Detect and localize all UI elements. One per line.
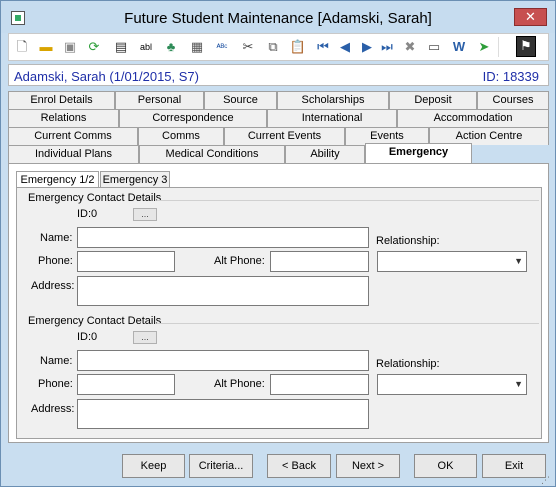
first-record-icon[interactable]: ⏮ xyxy=(314,38,332,56)
student-id: ID: 18339 xyxy=(482,69,539,84)
tab-enrol-details[interactable]: Enrol Details xyxy=(8,91,115,109)
contact-1-relationship-label: Relationship: xyxy=(376,235,440,247)
open-icon[interactable]: ▬ xyxy=(37,38,55,56)
contact-2-divider xyxy=(157,323,539,324)
tab-source[interactable]: Source xyxy=(204,91,277,109)
next-button[interactable]: Next > xyxy=(336,454,400,478)
contact-2-alt-phone-field[interactable] xyxy=(270,374,369,395)
chevron-down-icon: ▼ xyxy=(514,256,523,266)
tab-current-comms[interactable]: Current Comms xyxy=(8,127,138,145)
contact-1-alt-phone-label: Alt Phone: xyxy=(214,255,265,267)
tab-relations[interactable]: Relations xyxy=(8,109,119,127)
contact-1-id: ID:0 xyxy=(77,208,98,220)
contact-2-name-field[interactable] xyxy=(77,350,369,371)
back-button[interactable]: < Back xyxy=(267,454,331,478)
previous-record-icon[interactable]: ◀ xyxy=(336,38,354,56)
spellcheck-icon[interactable]: ᴬᴮᶜ xyxy=(213,38,231,56)
contact-2-name-label: Name: xyxy=(40,355,73,367)
tab-international[interactable]: International xyxy=(267,109,397,127)
subtab-emergency-3[interactable]: Emergency 3 xyxy=(100,171,170,188)
contact-1-phone-field[interactable] xyxy=(77,251,175,272)
tab-row-1: Enrol Details Personal Source Scholarshi… xyxy=(8,91,549,109)
contact-2-id: ID:0 xyxy=(77,331,98,343)
contact-1-alt-phone-field[interactable] xyxy=(270,251,369,272)
abl-icon[interactable]: abl xyxy=(137,38,155,56)
contact-2-relationship-label: Relationship: xyxy=(376,358,440,370)
contact-2-relationship-select[interactable]: ▼ xyxy=(377,374,527,395)
refresh-icon[interactable]: ⟳ xyxy=(85,38,103,56)
cut-icon[interactable]: ✂ xyxy=(239,38,257,56)
tab-row-2: Relations Correspondence International A… xyxy=(8,109,549,127)
tab-current-events[interactable]: Current Events xyxy=(224,127,345,145)
tab-comms[interactable]: Comms xyxy=(138,127,224,145)
tab-deposit[interactable]: Deposit xyxy=(389,91,477,109)
contact-2-address-field[interactable] xyxy=(77,399,369,429)
print-icon[interactable]: ▤ xyxy=(112,38,130,56)
contact-2-group-title: Emergency Contact Details xyxy=(28,315,162,327)
chevron-down-icon: ▼ xyxy=(514,379,523,389)
tab-individual-plans[interactable]: Individual Plans xyxy=(8,145,139,163)
card-icon[interactable]: ▭ xyxy=(425,38,443,56)
ok-button[interactable]: OK xyxy=(414,454,477,478)
contact-1-address-field[interactable] xyxy=(77,276,369,306)
contact-1-phone-label: Phone: xyxy=(38,255,73,267)
flag-icon[interactable]: ⚑ xyxy=(516,36,536,57)
last-record-icon[interactable]: ⏭ xyxy=(378,38,396,56)
contact-2-lookup-button[interactable]: ... xyxy=(133,331,157,344)
tab-row-4: Individual Plans Medical Conditions Abil… xyxy=(8,143,549,163)
contact-1-relationship-select[interactable]: ▼ xyxy=(377,251,527,272)
contact-2-address-label: Address: xyxy=(31,403,75,415)
tab-personal[interactable]: Personal xyxy=(115,91,204,109)
student-summary: Adamski, Sarah (1/01/2015, S7) xyxy=(14,69,199,84)
tab-correspondence[interactable]: Correspondence xyxy=(119,109,267,127)
contact-1-address-label: Address: xyxy=(31,280,75,292)
student-header: Adamski, Sarah (1/01/2015, S7) ID: 18339 xyxy=(8,64,549,86)
app-window: Future Student Maintenance [Adamski, Sar… xyxy=(0,0,556,487)
contact-2-phone-label: Phone: xyxy=(38,378,73,390)
tab-scholarships[interactable]: Scholarships xyxy=(277,91,389,109)
copy-icon[interactable]: ⧉ xyxy=(264,38,282,56)
emergency-panel: Emergency 1/2 Emergency 3 Emergency Cont… xyxy=(8,163,549,443)
contact-1-lookup-button[interactable]: ... xyxy=(133,208,157,221)
contact-1-divider xyxy=(157,200,539,201)
tab-ability[interactable]: Ability xyxy=(285,145,365,163)
window-title: Future Student Maintenance [Adamski, Sar… xyxy=(124,10,432,27)
save-icon[interactable]: ▣ xyxy=(61,38,79,56)
delete-icon[interactable]: ✖ xyxy=(401,38,419,56)
keep-button[interactable]: Keep xyxy=(122,454,185,478)
new-icon[interactable]: 🗋 xyxy=(13,38,31,56)
contact-1-name-field[interactable] xyxy=(77,227,369,248)
emergency-contacts-subpanel: Emergency Contact Details ID:0 ... Name:… xyxy=(16,187,542,439)
tab-medical-conditions[interactable]: Medical Conditions xyxy=(139,145,285,163)
next-record-icon[interactable]: ▶ xyxy=(358,38,376,56)
tab-accommodation[interactable]: Accommodation xyxy=(397,109,549,127)
toolbar: 🗋 ▬ ▣ ⟳ ▤ abl ♣ ▦ ᴬᴮᶜ ✂ ⧉ 📋 ⏮ ◀ ▶ ⏭ ✖ ▭ … xyxy=(8,33,549,61)
criteria-button[interactable]: Criteria... xyxy=(189,454,253,478)
exit-button[interactable]: Exit xyxy=(482,454,546,478)
resize-grip-icon[interactable]: ⋰ xyxy=(541,475,553,485)
contact-1-name-label: Name: xyxy=(40,232,73,244)
contact-1-group-title: Emergency Contact Details xyxy=(28,192,162,204)
tab-courses[interactable]: Courses xyxy=(477,91,549,109)
contact-2-alt-phone-label: Alt Phone: xyxy=(214,378,265,390)
calculator-icon[interactable]: ▦ xyxy=(188,38,206,56)
close-button[interactable]: ✕ xyxy=(514,8,547,26)
tree-icon[interactable]: ♣ xyxy=(162,38,180,56)
paste-icon[interactable]: 📋 xyxy=(289,38,307,56)
arrow-icon[interactable]: ➤ xyxy=(475,38,493,56)
word-icon[interactable]: W xyxy=(450,38,468,56)
contact-2-phone-field[interactable] xyxy=(77,374,175,395)
tab-emergency[interactable]: Emergency xyxy=(365,143,472,163)
toolbar-separator xyxy=(498,37,499,57)
subtab-emergency-1-2[interactable]: Emergency 1/2 xyxy=(16,171,99,188)
title-bar: Future Student Maintenance [Adamski, Sar… xyxy=(1,1,555,33)
